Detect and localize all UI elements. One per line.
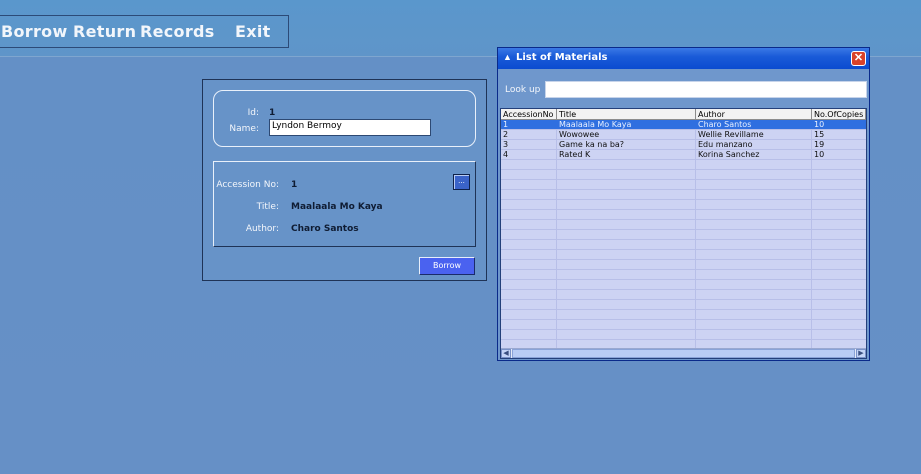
table-row[interactable]: 2 Wowowee Wellie Revillame 15 xyxy=(501,130,866,140)
empty-row[interactable] xyxy=(501,280,866,290)
table-cell-accession: 2 xyxy=(503,130,509,139)
column-header-title[interactable]: Title xyxy=(557,109,696,120)
empty-row[interactable] xyxy=(501,190,866,200)
column-header-accession[interactable]: AccessionNo xyxy=(501,109,557,120)
close-button[interactable]: ✕ xyxy=(851,51,866,66)
name-field[interactable]: Lyndon Bermoy xyxy=(269,119,431,136)
table-cell-author: Korina Sanchez xyxy=(698,150,760,159)
empty-row[interactable] xyxy=(501,240,866,250)
scroll-right-icon[interactable]: ▶ xyxy=(856,349,866,358)
column-header-author[interactable]: Author xyxy=(696,109,812,120)
table-cell-copies: 10 xyxy=(814,150,825,159)
empty-row[interactable] xyxy=(501,160,866,170)
empty-row[interactable] xyxy=(501,230,866,240)
empty-row[interactable] xyxy=(501,180,866,190)
browse-materials-button[interactable]: ... xyxy=(453,174,470,190)
borrow-form-panel: Id: 1 Name: Lyndon Bermoy Accession No: … xyxy=(202,79,487,281)
table-cell-author: Charo Santos xyxy=(698,120,752,129)
materials-grid[interactable]: AccessionNo Title Author No.OfCopies 1 Ma… xyxy=(500,108,867,359)
scroll-left-icon[interactable]: ◀ xyxy=(501,349,511,358)
table-row[interactable]: 4 Rated K Korina Sanchez 10 xyxy=(501,150,866,160)
horizontal-scrollbar[interactable]: ◀ ▶ xyxy=(501,348,866,358)
title-value: Maalaala Mo Kaya xyxy=(291,202,383,212)
material-info-group: Accession No: 1 ... Title: Maalaala Mo K… xyxy=(213,161,476,247)
empty-row[interactable] xyxy=(501,330,866,340)
empty-row[interactable] xyxy=(501,260,866,270)
table-cell-copies: 10 xyxy=(814,120,825,129)
table-cell-accession: 3 xyxy=(503,140,509,149)
table-cell-accession: 4 xyxy=(503,150,509,159)
window-title: List of Materials xyxy=(516,52,608,63)
table-cell-title: Rated K xyxy=(559,150,591,159)
borrower-info-group: Id: 1 Name: Lyndon Bermoy xyxy=(213,90,476,147)
accession-value: 1 xyxy=(291,180,298,190)
window-icon: ▲ xyxy=(503,52,512,62)
column-header-copies[interactable]: No.OfCopies xyxy=(812,109,866,120)
menu-return[interactable]: Return xyxy=(73,22,136,41)
empty-row[interactable] xyxy=(501,210,866,220)
list-of-materials-window: ▲ List of Materials ✕ Look up AccessionN… xyxy=(497,47,870,361)
table-cell-title: Maalaala Mo Kaya xyxy=(559,120,632,129)
menu-exit[interactable]: Exit xyxy=(235,22,271,41)
table-cell-author: Wellie Revillame xyxy=(698,130,764,139)
author-label: Author: xyxy=(245,224,279,234)
menu-borrow[interactable]: Borrow xyxy=(1,22,68,41)
table-row[interactable]: 1 Maalaala Mo Kaya Charo Santos 10 xyxy=(501,120,866,130)
title-label: Title: xyxy=(256,202,279,212)
borrow-button[interactable]: Borrow xyxy=(419,257,475,275)
table-cell-copies: 15 xyxy=(814,130,825,139)
window-titlebar[interactable]: ▲ List of Materials ✕ xyxy=(498,48,869,69)
table-cell-copies: 19 xyxy=(814,140,825,149)
table-row[interactable]: 3 Game ka na ba? Edu manzano 19 xyxy=(501,140,866,150)
empty-row[interactable] xyxy=(501,200,866,210)
table-cell-author: Edu manzano xyxy=(698,140,753,149)
author-value: Charo Santos xyxy=(291,224,359,234)
lookup-input[interactable] xyxy=(545,81,867,98)
empty-row[interactable] xyxy=(501,300,866,310)
empty-row[interactable] xyxy=(501,310,866,320)
empty-row[interactable] xyxy=(501,270,866,280)
table-cell-accession: 1 xyxy=(503,120,509,129)
empty-row[interactable] xyxy=(501,250,866,260)
id-label: Id: xyxy=(247,108,259,118)
empty-row[interactable] xyxy=(501,320,866,330)
table-cell-title: Game ka na ba? xyxy=(559,140,625,149)
id-value: 1 xyxy=(269,108,276,118)
empty-row[interactable] xyxy=(501,170,866,180)
empty-row[interactable] xyxy=(501,290,866,300)
name-label: Name: xyxy=(229,124,259,134)
empty-row[interactable] xyxy=(501,220,866,230)
lookup-label: Look up xyxy=(505,85,541,95)
main-menu-bar: Borrow Return Records Exit xyxy=(0,15,289,48)
accession-label: Accession No: xyxy=(216,180,279,190)
table-cell-title: Wowowee xyxy=(559,130,600,139)
menu-records[interactable]: Records xyxy=(140,22,215,41)
scrollbar-thumb[interactable] xyxy=(512,349,855,358)
